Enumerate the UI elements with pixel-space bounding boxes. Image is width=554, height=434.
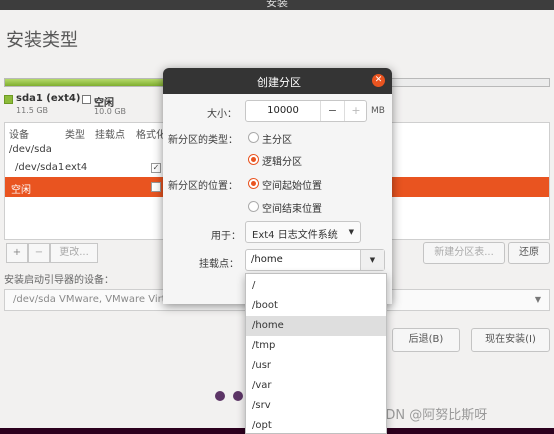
logical-partition-label[interactable]: 逻辑分区 (262, 153, 302, 168)
row-device: /dev/sda (9, 144, 52, 155)
row-type: ext4 (65, 162, 88, 173)
mount-option[interactable]: / (246, 276, 386, 296)
page-title: 安装类型 (6, 30, 78, 51)
location-end-label[interactable]: 空间结束位置 (262, 200, 322, 215)
disk-legend: sda1 (ext4) 11.5 GB 空闲 10.0 GB (0, 93, 160, 119)
change-partition-button[interactable]: 更改... (50, 243, 98, 263)
new-partition-table-button[interactable]: 新建分区表... (423, 242, 505, 264)
primary-partition-label[interactable]: 主分区 (262, 131, 292, 146)
window-title: 安装 (266, 0, 288, 9)
mount-option-label: /boot (252, 300, 278, 311)
location-begin-radio[interactable] (248, 178, 259, 189)
mount-option-highlighted[interactable]: /home (246, 316, 386, 336)
col-header-type[interactable]: 类型 (65, 126, 85, 141)
dialog-titlebar: 创建分区 ✕ (163, 68, 392, 94)
progress-dot (215, 391, 225, 401)
partition-location-label: 新分区的位置： (168, 181, 238, 192)
use-as-value: Ext4 日志文件系统 (252, 230, 338, 241)
mount-option-label: / (252, 280, 256, 291)
size-label: 大小： (207, 109, 237, 120)
size-unit: MB (371, 106, 385, 116)
mount-option-label: /srv (252, 400, 271, 411)
size-input[interactable]: 10000 (246, 105, 320, 116)
legend-swatch-sda1 (4, 95, 13, 104)
mount-option-label: /var (252, 380, 272, 391)
progress-dot (233, 391, 243, 401)
remove-partition-button[interactable]: − (28, 243, 50, 263)
mount-option[interactable]: /var (246, 376, 386, 396)
boot-device-label: 安装启动引导器的设备： (4, 275, 114, 286)
chevron-down-icon: ▼ (348, 228, 354, 236)
mount-option[interactable]: /srv (246, 396, 386, 416)
format-checkbox[interactable]: ✓ (151, 163, 161, 173)
chevron-down-icon: ▼ (534, 295, 541, 304)
use-as-label: 用于： (211, 231, 241, 242)
partition-type-label: 新分区的类型： (168, 135, 238, 146)
legend-name-sda1: sda1 (ext4) (16, 93, 81, 104)
location-end-radio[interactable] (248, 201, 259, 212)
mount-point-combobox[interactable]: /home ▼ (245, 249, 385, 271)
size-increment-button[interactable]: + (344, 101, 367, 121)
mount-option[interactable]: /usr (246, 356, 386, 376)
mount-option-label: /home (252, 320, 284, 331)
window-titlebar: 安装 (0, 0, 554, 10)
mount-option[interactable]: /tmp (246, 336, 386, 356)
use-as-select[interactable]: Ext4 日志文件系统 ▼ (245, 221, 361, 243)
chevron-down-icon[interactable]: ▼ (360, 250, 384, 270)
mount-option-label: /usr (252, 360, 272, 371)
dialog-title: 创建分区 (257, 76, 301, 89)
add-partition-button[interactable]: + (6, 243, 28, 263)
primary-partition-radio[interactable] (248, 132, 259, 143)
location-begin-label[interactable]: 空间起始位置 (262, 177, 322, 192)
size-decrement-button[interactable]: − (320, 101, 344, 121)
mount-point-input[interactable]: /home (251, 254, 283, 265)
mount-option[interactable]: /boot (246, 296, 386, 316)
mount-option-label: /opt (252, 420, 272, 431)
legend-swatch-free (82, 95, 91, 104)
col-header-mount[interactable]: 挂载点 (95, 126, 125, 141)
install-now-button[interactable]: 现在安装(I) (471, 328, 550, 352)
format-checkbox[interactable] (151, 182, 161, 192)
back-button[interactable]: 后退(B) (392, 328, 460, 352)
row-device: /dev/sda1 (15, 162, 65, 173)
mount-option[interactable]: /opt (246, 416, 386, 434)
mount-point-dropdown: / /boot /home /tmp /usr /var /srv /opt (245, 273, 387, 434)
disk-usage-fill (5, 79, 165, 86)
mount-option-label: /tmp (252, 340, 276, 351)
col-header-device[interactable]: 设备 (9, 126, 29, 141)
create-partition-dialog: 创建分区 ✕ 大小： 10000 − + MB 新分区的类型： 主分区 逻辑分区… (163, 68, 392, 304)
logical-partition-radio[interactable] (248, 154, 259, 165)
close-icon[interactable]: ✕ (372, 74, 385, 87)
mount-point-label: 挂载点： (199, 259, 239, 270)
row-device: 空闲 (11, 185, 31, 196)
revert-button[interactable]: 还原 (508, 242, 550, 264)
size-spinbox[interactable]: 10000 − + (245, 100, 367, 122)
col-header-format[interactable]: 格式化 (136, 126, 166, 141)
legend-size-sda1: 11.5 GB (16, 106, 49, 115)
legend-size-free: 10.0 GB (94, 107, 127, 116)
